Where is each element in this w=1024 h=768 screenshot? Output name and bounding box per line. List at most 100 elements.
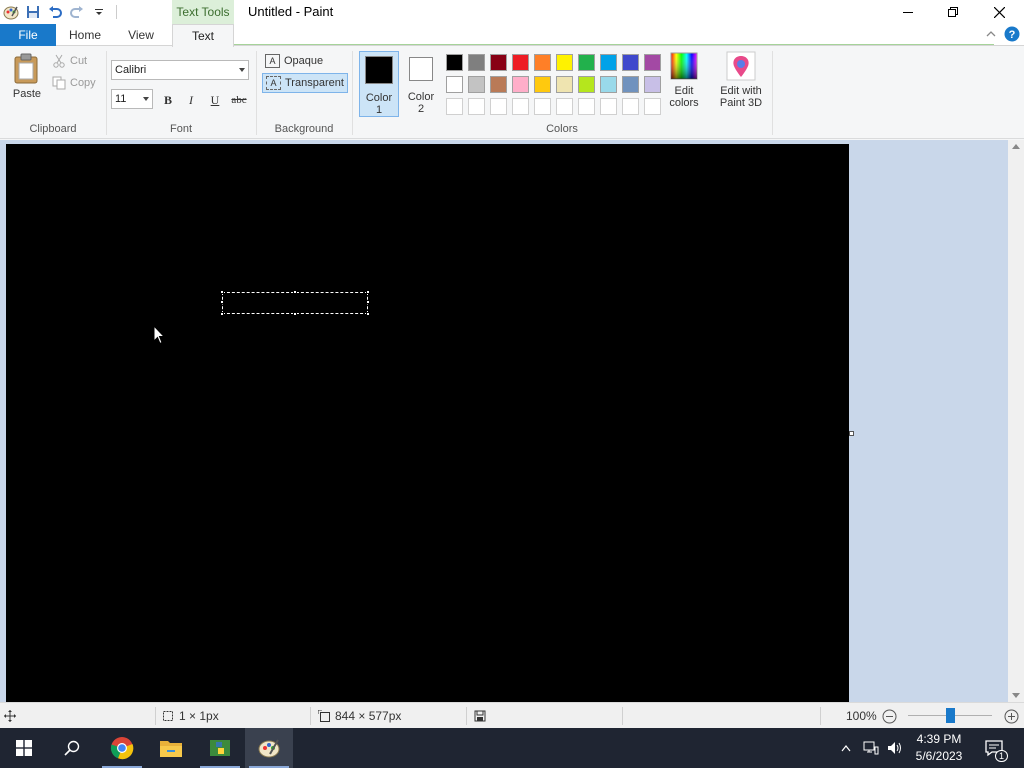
opaque-option[interactable]: A Opaque [262,51,326,71]
chevron-up-icon [841,745,851,752]
move-cursor-icon [4,710,16,722]
selection-size-value: 1 × 1px [179,709,219,723]
clock-time: 4:39 PM [916,732,962,746]
tab-text[interactable]: Text [172,24,234,47]
disk-icon [474,710,486,722]
search-button[interactable] [48,728,96,768]
canvas-resize-handle[interactable] [849,431,854,436]
customize-qat-icon[interactable] [88,0,110,24]
font-size-dropdown[interactable]: 11 [111,89,153,109]
paint-icon [258,739,280,758]
opaque-icon: A [265,54,280,68]
status-separator [155,707,156,725]
transparent-option[interactable]: A Transparent [262,73,348,93]
redo-icon[interactable] [66,0,88,24]
zoom-out-icon [882,709,897,723]
underline-button[interactable]: U [206,91,224,109]
italic-button[interactable]: I [182,91,200,109]
restore-button[interactable] [930,0,976,24]
search-icon [64,740,80,756]
close-icon [993,6,1005,18]
paint-app-icon[interactable] [0,0,22,24]
network-icon[interactable] [862,728,880,768]
qat-separator [116,5,117,19]
tab-view[interactable]: View [116,24,166,46]
transparent-icon: A [266,76,281,90]
taskbar-paint[interactable] [245,728,293,768]
status-separator [622,707,623,725]
background-group-label: Background [274,123,334,135]
taskbar-file-explorer[interactable] [147,728,195,768]
folder-icon [160,741,182,757]
font-family-dropdown[interactable]: Calibri [111,60,249,80]
minimize-ribbon-icon[interactable] [985,28,997,43]
image-size-value: 844 × 577px [335,709,402,723]
file-size [474,703,486,729]
cursor-position [4,703,16,729]
help-icon[interactable]: ? [1004,26,1020,45]
font-group-label: Font [169,123,192,135]
resize-handle[interactable] [220,290,224,294]
cut-label: Cut [70,55,88,67]
notification-count-badge: 1 [994,750,1008,762]
minimize-button[interactable] [885,0,931,24]
tab-home[interactable]: Home [60,24,110,46]
windows-logo-icon [16,740,32,756]
drawing-canvas[interactable] [6,144,849,702]
strikethrough-button[interactable]: abc [229,91,249,109]
taskbar-python-app[interactable] [196,728,244,768]
taskbar-chrome[interactable] [98,728,146,768]
zoom-in-button[interactable] [1004,703,1019,729]
start-button[interactable] [0,728,48,768]
svg-text:?: ? [1009,29,1016,41]
taskbar: 4:39 PM 5/6/2023 1 [0,728,1024,768]
image-size-icon [318,710,330,722]
zoom-slider-thumb[interactable] [946,708,955,723]
resize-handle[interactable] [220,312,224,316]
status-separator [310,707,311,725]
chevron-down-icon [239,68,245,72]
copy-button[interactable]: Copy [52,76,96,90]
text-tools-accent-line [234,44,994,45]
transparent-label: Transparent [285,77,344,89]
resize-handle[interactable] [293,312,297,316]
status-separator [466,707,467,725]
title-bar: Text Tools Untitled - Paint [0,0,1024,24]
resize-handle[interactable] [366,290,370,294]
clipboard-group-label: Clipboard [29,123,77,135]
tab-file[interactable]: File [0,24,56,46]
save-icon[interactable] [22,0,44,24]
paste-button[interactable]: Paste [8,53,46,100]
show-hidden-icons-button[interactable] [838,728,854,768]
volume-icon[interactable] [886,728,904,768]
zoom-out-button[interactable] [882,703,897,729]
undo-icon[interactable] [44,0,66,24]
font-family-value: Calibri [115,64,147,76]
scroll-up-icon[interactable] [1012,144,1020,149]
close-button[interactable] [976,0,1022,24]
action-center-button[interactable]: 1 [982,728,1008,768]
zoom-in-icon [1004,709,1019,723]
scroll-down-icon[interactable] [1012,693,1020,698]
bold-button[interactable]: B [159,91,177,109]
status-separator [820,707,821,725]
quick-access-toolbar [0,0,121,24]
resize-handle[interactable] [220,300,224,304]
resize-handle[interactable] [366,300,370,304]
vertical-scrollbar[interactable] [1008,140,1024,702]
resize-handle[interactable] [366,312,370,316]
opaque-label: Opaque [284,55,324,67]
clipboard-group: Paste Cut Copy Clipboard [0,47,106,139]
copy-icon [52,76,66,90]
paste-icon [14,53,38,84]
cut-button[interactable]: Cut [52,54,87,68]
text-tools-context-label: Text Tools [172,0,234,24]
clock-date: 5/6/2023 [915,749,963,763]
copy-label: Copy [70,77,96,89]
colors-group-label: Colors [546,123,578,135]
minimize-icon [903,12,913,13]
resize-handle[interactable] [293,290,297,294]
system-clock[interactable]: 4:39 PM 5/6/2023 [906,731,972,765]
paste-label: Paste [12,88,42,100]
text-input-box[interactable] [220,290,370,316]
